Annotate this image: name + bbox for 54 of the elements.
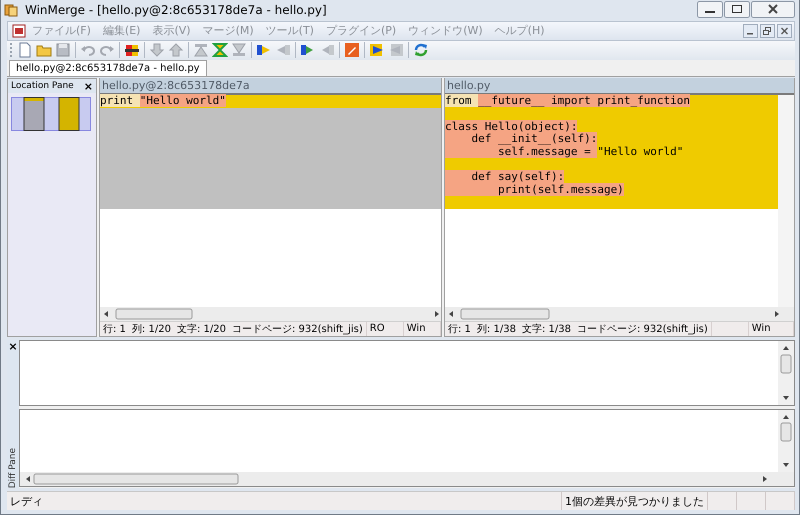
status-text: コードページ: 932(shift_jis) xyxy=(576,322,708,336)
copy-all-right-icon[interactable] xyxy=(369,42,385,58)
vertical-scrollbar[interactable] xyxy=(778,95,794,307)
compare-icon[interactable] xyxy=(124,42,140,58)
menu-item[interactable]: マージ(M) xyxy=(196,23,260,38)
close-button[interactable]: × xyxy=(84,80,93,92)
document-icon xyxy=(12,24,26,38)
location-map-drawing[interactable] xyxy=(11,97,91,132)
minimize-button[interactable] xyxy=(697,1,723,18)
edit-icon[interactable] xyxy=(344,42,360,58)
status-text: Win xyxy=(406,323,426,334)
vertical-scrollbar[interactable] xyxy=(778,410,794,472)
down-arrow-icon[interactable] xyxy=(149,42,165,58)
menu-item[interactable]: ウィンドウ(W) xyxy=(402,23,489,38)
menu-item[interactable]: ファイル(F) xyxy=(26,23,97,38)
status-text: Win xyxy=(752,323,771,334)
maximize-button[interactable] xyxy=(724,1,750,18)
menu-item[interactable]: 表示(V) xyxy=(146,23,197,38)
pane-title: Diff Pane xyxy=(8,448,18,488)
close-button[interactable] xyxy=(751,1,795,18)
new-file-icon[interactable] xyxy=(17,42,33,58)
document-tab[interactable]: hello.py@2:8c653178de7a - hello.py xyxy=(9,60,207,76)
status-text: コードページ: 932(shift_jis) xyxy=(232,322,363,336)
status-text: 行: 1 xyxy=(448,322,471,336)
save-icon[interactable] xyxy=(55,42,71,58)
status-text: 文字: 1/20 xyxy=(176,322,226,336)
pane-title: Location Pane xyxy=(11,81,74,92)
pane-header: hello.py@2:8c653178de7a xyxy=(100,78,441,94)
menu-item[interactable]: ヘルプ(H) xyxy=(488,23,551,38)
close-button[interactable] xyxy=(777,24,792,38)
up-arrow-icon[interactable] xyxy=(168,42,184,58)
code-editor[interactable]: from __future__ import print_function class Hello(object): def __init__(self): self.message = "Hello world" def say(self): print(self.message) xyxy=(445,95,778,307)
menu-item[interactable]: ツール(T) xyxy=(260,23,320,38)
menu-item[interactable]: 編集(E) xyxy=(96,23,146,38)
restore-button[interactable] xyxy=(760,24,775,38)
pane-header: hello.py xyxy=(445,78,794,94)
status-text: 1個の差異が見つかりました xyxy=(565,494,704,509)
close-button[interactable]: × xyxy=(8,340,18,352)
code-editor[interactable]: print "Hello world" xyxy=(100,95,441,307)
first-diff-icon[interactable] xyxy=(193,42,209,58)
status-text: 列: 1/38 xyxy=(476,322,516,336)
window-title: WinMerge - [hello.py@2:8c653178de7a - hello.py] xyxy=(25,3,327,18)
app-icon xyxy=(3,2,19,18)
refresh-icon[interactable] xyxy=(413,42,429,58)
current-diff-icon[interactable] xyxy=(212,42,228,58)
menu-item[interactable]: プラグイン(P) xyxy=(320,23,402,38)
last-diff-icon[interactable] xyxy=(231,42,247,58)
minimize-button[interactable] xyxy=(743,24,758,38)
status-text: 行: 1 xyxy=(103,322,126,336)
status-text: RO xyxy=(370,323,385,334)
status-text: レディ xyxy=(10,494,43,509)
status-text: 列: 1/20 xyxy=(132,322,171,336)
vertical-scrollbar[interactable] xyxy=(778,340,794,405)
status-text: 文字: 1/38 xyxy=(522,322,571,336)
